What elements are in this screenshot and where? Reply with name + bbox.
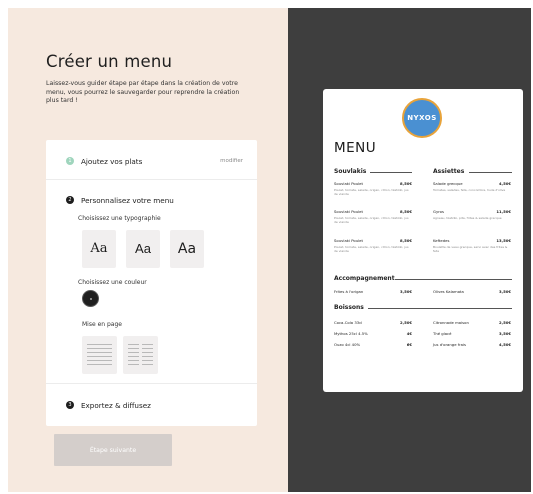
modify-link[interactable]: modifier (220, 158, 243, 164)
page-title: Créer un menu (46, 52, 173, 71)
step-number-badge: 2 (66, 196, 74, 204)
menu-item: Souvlaki Poulet 8,50€ Poulet, tomate, sa… (334, 181, 412, 196)
section-title-accompagnement: Accompagnement (334, 275, 395, 282)
layout-option-columns[interactable] (123, 336, 158, 374)
menu-item: Jus d'orange frais 4,50€ (433, 342, 511, 347)
step-title: Exportez & diffusez (81, 401, 151, 410)
restaurant-logo: NYXOS (402, 98, 442, 138)
step-title: Ajoutez vos plats (81, 157, 143, 166)
font-option-serif[interactable]: Aa (82, 230, 116, 268)
menu-item: Coca-Cola 33cl 2,50€ (334, 320, 412, 325)
color-label: Choisissez une couleur (78, 279, 147, 286)
intro-text: Laissez-vous guider étape par étape dans… (46, 80, 240, 105)
step-export[interactable]: 3 Exportez & diffusez (46, 385, 257, 426)
section-divider (469, 172, 512, 173)
section-title-assiettes: Assiettes (433, 168, 465, 175)
menu-item: Thé glacé 3,50€ (433, 331, 511, 336)
step-title: Personnalisez votre menu (81, 196, 174, 205)
color-swatch[interactable] (82, 290, 99, 307)
typography-label: Choisissez une typographie (78, 215, 161, 222)
section-divider (395, 279, 512, 280)
section-title-boissons: Boissons (334, 304, 364, 311)
menu-item: Keftedes 13,50€ Boulette de veau grecque… (433, 238, 511, 253)
menu-preview: NYXOS MENU Souvlakis Souvlaki Poulet 8,5… (323, 89, 523, 392)
font-option-sans[interactable]: Aa (126, 230, 160, 268)
menu-title: MENU (334, 140, 377, 156)
menu-item: Mythos 25cl 4.5% 4€ (334, 331, 412, 336)
menu-item: Frites à l'origan 3,50€ (334, 289, 412, 294)
menu-item: Gyros 11,50€ Agneau, tzatziki, pita, fri… (433, 209, 511, 220)
step-number-badge: 3 (66, 401, 74, 409)
layout-label: Mise en page (82, 321, 122, 328)
next-step-button[interactable]: Étape suivante (54, 434, 172, 466)
menu-item: Souvlaki Poulet 8,50€ Poulet, tomate, sa… (334, 209, 412, 224)
section-divider (370, 172, 412, 173)
wizard-card: 1 Ajoutez vos plats modifier 2 Personnal… (46, 140, 257, 426)
menu-item: Olives Kalamata 3,50€ (433, 289, 511, 294)
menu-item: Salade grecque 4,50€ Tomates, salades, f… (433, 181, 511, 192)
check-icon: 1 (66, 157, 74, 165)
section-title-souvlakis: Souvlakis (334, 168, 367, 175)
section-divider (368, 308, 512, 309)
step-add-dishes[interactable]: 1 Ajoutez vos plats modifier (46, 140, 257, 180)
step-customize: 2 Personnalisez votre menu Choisissez un… (46, 181, 257, 384)
layout-option-single[interactable] (82, 336, 117, 374)
font-option-bold[interactable]: Aa (170, 230, 204, 268)
menu-item: Souvlaki Poulet 8,50€ Poulet, tomate, sa… (334, 238, 412, 253)
menu-item: Ouzo 4cl 40% 6€ (334, 342, 412, 347)
menu-item: Citronnade maison 2,50€ (433, 320, 511, 325)
